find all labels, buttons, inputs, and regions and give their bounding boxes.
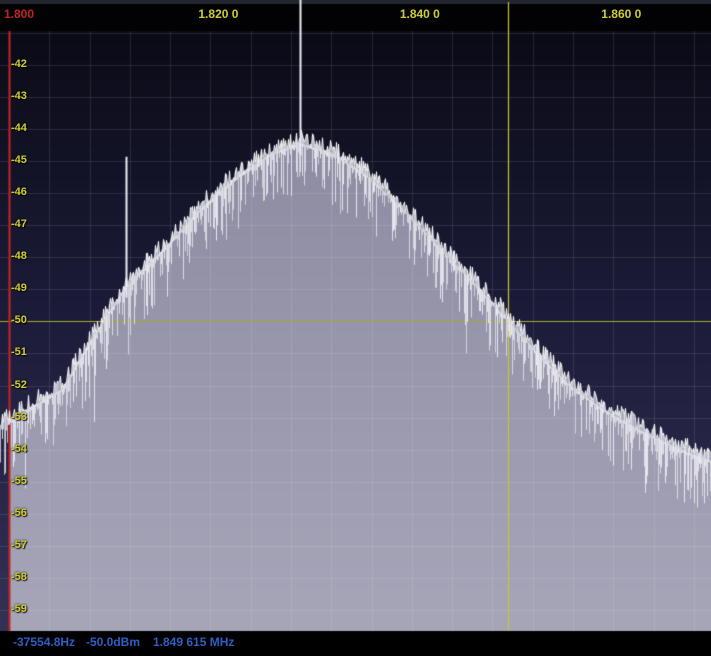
spectrum-analyzer-window: 1.8001.820 01.840 01.860 0 -42-43-44-45-… [0, 0, 711, 656]
status-cursor-offset: -37554.8Hz [13, 634, 75, 650]
spectrum-plot-canvas[interactable] [0, 0, 711, 656]
status-cursor-frequency: 1.849 615 MHz [153, 634, 234, 650]
status-cursor-level: -50.0dBm [86, 634, 140, 650]
